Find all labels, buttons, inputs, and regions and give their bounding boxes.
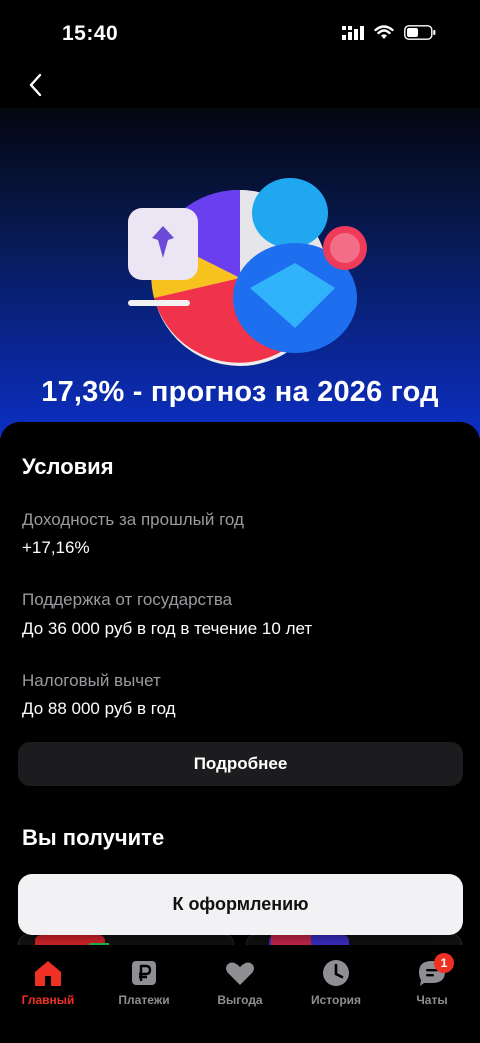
checkout-button[interactable]: К оформлению: [18, 874, 463, 935]
benefits-title: Вы получите: [22, 825, 165, 850]
condition-value: До 88 000 руб в год: [22, 699, 176, 718]
tab-home[interactable]: Главный: [0, 957, 96, 1007]
tab-label: Главный: [21, 993, 75, 1007]
condition-label: Налоговый вычет: [22, 671, 161, 690]
signal-icon: [342, 25, 364, 40]
wifi-icon: [374, 25, 394, 39]
pension-illustration: [128, 178, 367, 366]
tab-history[interactable]: История: [288, 957, 384, 1007]
tab-chats[interactable]: 1 Чаты: [384, 953, 480, 1007]
back-button[interactable]: [20, 70, 50, 100]
condition-value: +17,16%: [22, 538, 90, 557]
chat-icon-wrapper: 1: [416, 953, 454, 989]
hero-banner: 17,3% - прогноз на 2026 год: [0, 108, 480, 438]
conditions-title: Условия: [22, 454, 114, 479]
tab-payments[interactable]: Платежи: [96, 957, 192, 1007]
nav-bar: [0, 70, 480, 110]
chat-badge: 1: [434, 953, 454, 973]
clock-icon: [323, 960, 349, 986]
condition-label: Поддержка от государства: [22, 590, 233, 609]
more-button[interactable]: Подробнее: [18, 742, 463, 786]
ruble-icon: [132, 961, 156, 985]
tab-label: Чаты: [416, 993, 448, 1007]
tab-bar: Главный Платежи Выгода История 1 Чаты: [0, 945, 480, 1043]
chevron-left-icon: [29, 73, 42, 97]
home-icon: [35, 961, 61, 986]
tab-label: Платежи: [118, 993, 170, 1007]
condition-label: Доходность за прошлый год: [22, 510, 244, 529]
condition-value: До 36 000 руб в год в течение 10 лет: [22, 619, 313, 638]
status-time: 15:40: [62, 22, 119, 45]
status-icons: [342, 25, 436, 40]
hero-title: 17,3% - прогноз на 2026 год: [41, 376, 439, 408]
tab-label: Выгода: [217, 993, 263, 1007]
battery-icon: [404, 25, 436, 40]
tab-label: История: [310, 993, 362, 1007]
status-bar: 15:40: [0, 0, 480, 70]
heart-icon: [226, 962, 254, 985]
tab-benefits[interactable]: Выгода: [192, 957, 288, 1007]
